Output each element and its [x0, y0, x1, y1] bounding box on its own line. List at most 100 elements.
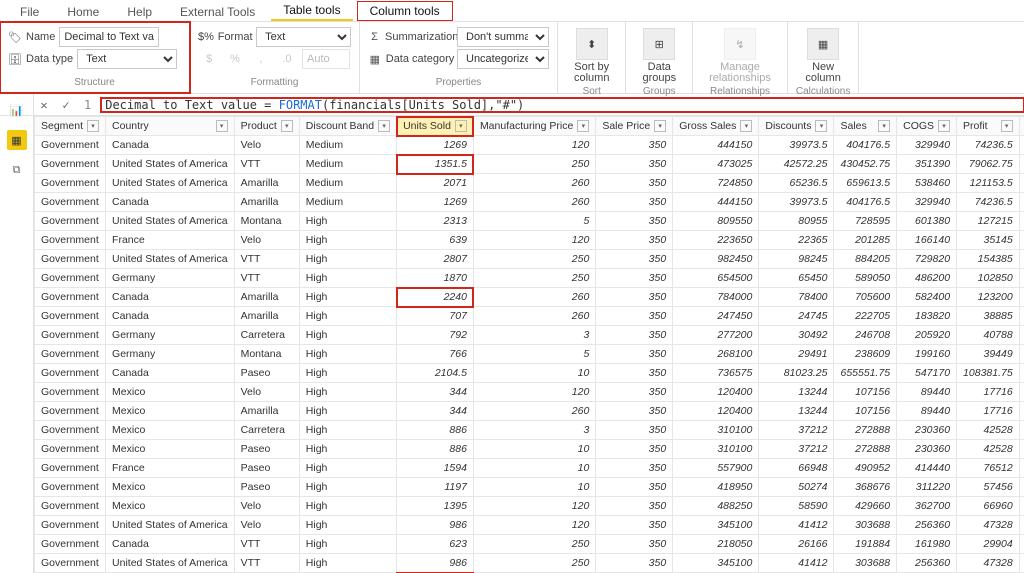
cell-saleprice[interactable]: 350 — [596, 383, 673, 402]
cell-country[interactable]: France — [106, 231, 235, 250]
cell-cogs[interactable]: 89440 — [897, 383, 957, 402]
cell-manufacturingprice[interactable]: 120 — [473, 383, 595, 402]
cell-country[interactable]: Canada — [106, 535, 235, 554]
cell-product[interactable]: Velo — [234, 497, 299, 516]
col-header-sales[interactable]: Sales▾ — [834, 117, 897, 136]
cell-sales[interactable]: 368676 — [834, 478, 897, 497]
cell-unitssold[interactable]: 1269 — [397, 136, 474, 155]
cell-sales[interactable]: 107156 — [834, 402, 897, 421]
datacategory-select[interactable]: Uncategorized — [457, 49, 549, 69]
cell-manufacturingprice[interactable]: 250 — [473, 250, 595, 269]
nav-report-view[interactable]: 📊 — [7, 100, 27, 120]
cell-cogs[interactable]: 89440 — [897, 402, 957, 421]
cell-cogs[interactable]: 329940 — [897, 193, 957, 212]
cell-unitssold[interactable]: 1269 — [397, 193, 474, 212]
cell-grosssales[interactable]: 310100 — [673, 421, 759, 440]
cell-sales[interactable]: 222705 — [834, 307, 897, 326]
cell-manufacturingprice[interactable]: 120 — [473, 497, 595, 516]
table-row[interactable]: GovernmentMexicoVeloHigh3441203501204001… — [35, 383, 1024, 402]
cell-cogs[interactable]: 256360 — [897, 516, 957, 535]
cell-saleprice[interactable]: 350 — [596, 326, 673, 345]
cell-manufacturingprice[interactable]: 120 — [473, 136, 595, 155]
cell-product[interactable]: Paseo — [234, 440, 299, 459]
cell-unitssold[interactable]: 986 — [397, 516, 474, 535]
cell-date[interactable]: Saturday, March 12, 2022 — [1019, 136, 1024, 155]
cell-segment[interactable]: Government — [35, 440, 106, 459]
cell-grosssales[interactable]: 724850 — [673, 174, 759, 193]
cell-saleprice[interactable]: 350 — [596, 459, 673, 478]
cell-discounts[interactable]: 98245 — [759, 250, 834, 269]
cell-date[interactable]: Monday, March 21, 2022 — [1019, 174, 1024, 193]
cell-profit[interactable]: 102850 — [957, 269, 1020, 288]
cell-product[interactable]: Paseo — [234, 459, 299, 478]
cell-manufacturingprice[interactable]: 250 — [473, 155, 595, 174]
cell-manufacturingprice[interactable]: 260 — [473, 307, 595, 326]
cell-discountband[interactable]: Medium — [299, 155, 396, 174]
table-row[interactable]: GovernmentFranceVeloHigh6391203502236502… — [35, 231, 1024, 250]
format-select[interactable]: Text — [256, 27, 351, 47]
cell-discountband[interactable]: High — [299, 402, 396, 421]
cell-grosssales[interactable]: 784000 — [673, 288, 759, 307]
cell-profit[interactable]: 74236.5 — [957, 136, 1020, 155]
col-header-profit[interactable]: Profit▾ — [957, 117, 1020, 136]
cell-grosssales[interactable]: 223650 — [673, 231, 759, 250]
cell-country[interactable]: Canada — [106, 307, 235, 326]
cell-discountband[interactable]: Medium — [299, 174, 396, 193]
cell-grosssales[interactable]: 982450 — [673, 250, 759, 269]
cell-product[interactable]: Carretera — [234, 421, 299, 440]
cell-product[interactable]: Amarilla — [234, 402, 299, 421]
nav-model-view[interactable]: ⧉ — [7, 160, 27, 180]
cell-saleprice[interactable]: 350 — [596, 269, 673, 288]
cell-manufacturingprice[interactable]: 250 — [473, 535, 595, 554]
cell-profit[interactable]: 154385 — [957, 250, 1020, 269]
col-header-discounts[interactable]: Discounts▾ — [759, 117, 834, 136]
cell-product[interactable]: Velo — [234, 231, 299, 250]
chevron-down-icon[interactable]: ▾ — [1001, 120, 1013, 132]
chevron-down-icon[interactable]: ▾ — [87, 120, 99, 132]
table-row[interactable]: GovernmentUnited States of AmericaVeloHi… — [35, 516, 1024, 535]
cell-product[interactable]: Paseo — [234, 364, 299, 383]
cell-unitssold[interactable]: 707 — [397, 307, 474, 326]
cell-unitssold[interactable]: 1870 — [397, 269, 474, 288]
cell-manufacturingprice[interactable]: 10 — [473, 478, 595, 497]
col-header-country[interactable]: Country▾ — [106, 117, 235, 136]
col-header-unitssold[interactable]: Units Sold▾ — [397, 117, 474, 136]
cell-discountband[interactable]: High — [299, 288, 396, 307]
cell-saleprice[interactable]: 350 — [596, 136, 673, 155]
cell-profit[interactable]: 76512 — [957, 459, 1020, 478]
cell-segment[interactable]: Government — [35, 516, 106, 535]
cell-discounts[interactable]: 41412 — [759, 554, 834, 573]
cell-segment[interactable]: Government — [35, 459, 106, 478]
cell-sales[interactable]: 107156 — [834, 383, 897, 402]
cell-discounts[interactable]: 13244 — [759, 402, 834, 421]
cell-manufacturingprice[interactable]: 260 — [473, 193, 595, 212]
cell-manufacturingprice[interactable]: 10 — [473, 440, 595, 459]
cell-discounts[interactable]: 30492 — [759, 326, 834, 345]
cell-segment[interactable]: Government — [35, 497, 106, 516]
cell-manufacturingprice[interactable]: 260 — [473, 288, 595, 307]
cell-profit[interactable]: 47328 — [957, 516, 1020, 535]
cell-grosssales[interactable]: 247450 — [673, 307, 759, 326]
cell-date[interactable]: Sunday, June 26, 2022 — [1019, 402, 1024, 421]
cell-discountband[interactable]: High — [299, 326, 396, 345]
cell-cogs[interactable]: 582400 — [897, 288, 957, 307]
cell-cogs[interactable]: 311220 — [897, 478, 957, 497]
cell-cogs[interactable]: 166140 — [897, 231, 957, 250]
tab-help[interactable]: Help — [115, 3, 164, 21]
cell-profit[interactable]: 38885 — [957, 307, 1020, 326]
cell-date[interactable]: Tuesday, March 22, 2022 — [1019, 193, 1024, 212]
cell-country[interactable]: United States of America — [106, 212, 235, 231]
cell-grosssales[interactable]: 277200 — [673, 326, 759, 345]
cell-manufacturingprice[interactable]: 3 — [473, 421, 595, 440]
cell-date[interactable]: Sunday, July 10, 2022 — [1019, 440, 1024, 459]
cell-saleprice[interactable]: 350 — [596, 497, 673, 516]
cell-discountband[interactable]: High — [299, 231, 396, 250]
tab-home[interactable]: Home — [55, 3, 111, 21]
cell-cogs[interactable]: 362700 — [897, 497, 957, 516]
cell-discounts[interactable]: 41412 — [759, 516, 834, 535]
cell-date[interactable]: Thursday, June 2, 2022 — [1019, 345, 1024, 364]
table-row[interactable]: GovernmentUnited States of AmericaMontan… — [35, 212, 1024, 231]
cell-discountband[interactable]: High — [299, 497, 396, 516]
cell-profit[interactable]: 127215 — [957, 212, 1020, 231]
cell-discountband[interactable]: High — [299, 212, 396, 231]
